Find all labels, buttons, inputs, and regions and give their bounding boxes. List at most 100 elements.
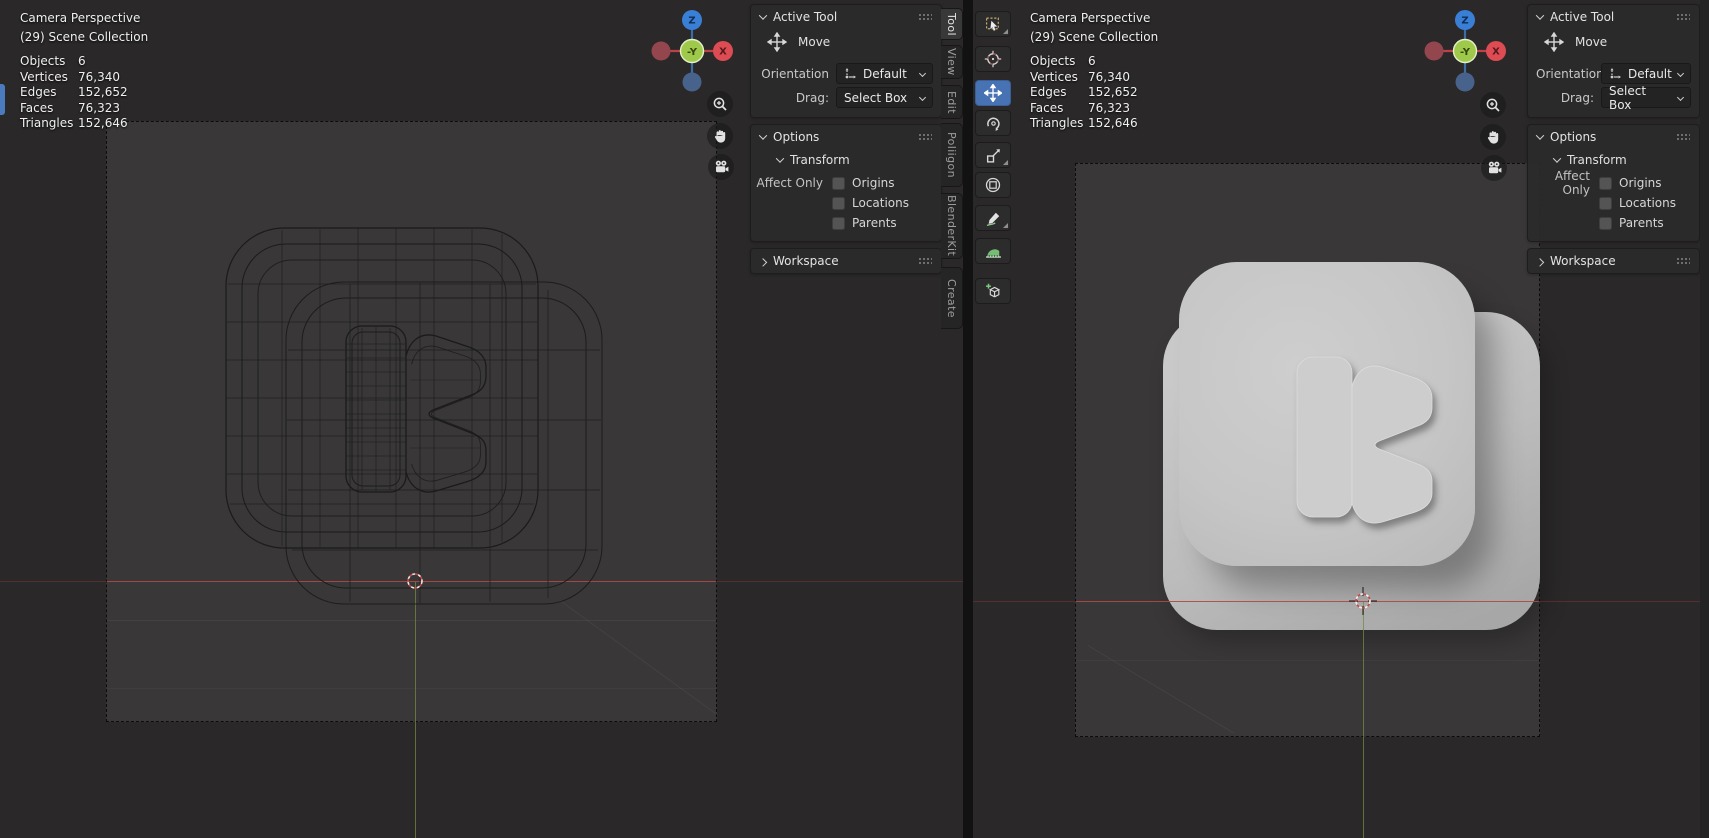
workspace-panel: Workspace <box>750 248 942 274</box>
svg-text:Z: Z <box>1461 16 1468 27</box>
toolbar-rotate[interactable] <box>975 110 1011 136</box>
subtools-indicator <box>1003 160 1008 165</box>
drag-dropdown[interactable]: Select Box <box>1601 84 1691 112</box>
magnifier-plus-icon <box>713 97 727 111</box>
drag-handle-icon[interactable] <box>918 257 932 265</box>
zoom-button[interactable] <box>1480 92 1506 118</box>
camera-view-button[interactable] <box>708 154 734 180</box>
orientation-label: Orientation <box>1536 66 1604 81</box>
collection-name: (29) Scene Collection <box>20 30 149 44</box>
options-header[interactable]: Options <box>1528 125 1699 149</box>
floor-gridline <box>107 688 716 689</box>
transform-subheader[interactable]: Transform <box>751 149 941 171</box>
origins-checkbox[interactable] <box>832 176 845 190</box>
toolbar-cursor[interactable] <box>975 46 1011 72</box>
gizmo-minus-x-handle[interactable] <box>1424 41 1444 61</box>
drag-handle-icon[interactable] <box>1676 13 1690 21</box>
svg-text:X: X <box>1492 47 1500 58</box>
active-tool-header[interactable]: Active Tool <box>1528 5 1699 29</box>
orientation-dropdown[interactable]: Default <box>1601 63 1691 84</box>
parents-checkbox[interactable] <box>1599 216 1612 230</box>
stats-table: Objects 6 Vertices 76,340 Edges 152,652 Fac… <box>20 54 128 131</box>
floor-gridline <box>1076 660 1539 661</box>
navigation-gizmo[interactable]: Z X -Y <box>1420 6 1510 96</box>
drag-handle-icon[interactable] <box>918 13 932 21</box>
movie-camera-icon <box>715 160 728 173</box>
x-axis-line-bright <box>1076 601 1539 602</box>
transform-subheader[interactable]: Transform <box>1528 149 1699 171</box>
tab-create[interactable]: Create <box>941 267 963 329</box>
view-name: Camera Perspective <box>1030 11 1151 25</box>
orientation-dropdown[interactable]: Default <box>836 63 933 84</box>
tab-view[interactable]: View <box>941 45 963 79</box>
tab-tool[interactable]: Tool <box>941 8 963 40</box>
stats-table: Objects 6 Vertices 76,340 Edges 152,652 Fac… <box>1030 54 1138 131</box>
tab-blenderkit[interactable]: BlenderKit <box>941 193 963 259</box>
active-tool-header[interactable]: Active Tool <box>751 5 941 29</box>
origins-checkbox[interactable] <box>1599 176 1612 190</box>
gizmo-minus-z-handle[interactable] <box>682 72 702 92</box>
viewport-window-solid[interactable]: Camera Perspective (29) Scene Collection… <box>973 0 1709 838</box>
toolbar-transform[interactable] <box>975 172 1011 198</box>
drag-value: Select Box <box>1609 83 1647 112</box>
pan-button[interactable] <box>707 123 733 149</box>
drag-handle-icon[interactable] <box>1676 257 1690 265</box>
current-tool-name: Move <box>1575 35 1608 49</box>
toolbar-measure[interactable] <box>975 238 1011 264</box>
collapsed-toolbar-active-edge[interactable] <box>0 84 5 115</box>
annotate-pencil-icon <box>986 212 999 226</box>
workspace-header[interactable]: Workspace <box>751 249 941 273</box>
tab-poliigon[interactable]: Poliigon <box>941 123 963 187</box>
chevron-down-icon <box>758 131 768 140</box>
tab-edit[interactable]: Edit <box>941 85 963 119</box>
parents-checkbox[interactable] <box>832 216 845 230</box>
chevron-right-icon <box>1535 258 1545 267</box>
k-logo-emboss[interactable] <box>1153 240 1453 540</box>
toolbar-move[interactable] <box>975 80 1011 106</box>
workspace-header[interactable]: Workspace <box>1528 249 1699 273</box>
sidebar-right: Active Tool Move Orientation Default Dra… <box>1527 4 1700 280</box>
origins-label: Origins <box>852 176 895 190</box>
toolbar-select-box[interactable] <box>975 11 1011 37</box>
affect-locations-row: Locations <box>1528 195 1691 211</box>
gizmo-minus-x-handle[interactable] <box>651 41 671 61</box>
affect-only-label: Affect Only <box>756 176 823 190</box>
chevron-down-icon <box>1535 11 1545 20</box>
cursor-tool-icon <box>984 50 1002 68</box>
locations-checkbox[interactable] <box>832 196 845 210</box>
wireframe-model[interactable] <box>200 200 620 620</box>
chevron-down-icon <box>1676 93 1685 102</box>
gizmo-minus-z-handle[interactable] <box>1455 72 1475 92</box>
drag-dropdown[interactable]: Select Box <box>836 87 933 108</box>
drag-label: Drag: <box>795 90 829 105</box>
affect-origins-row: Affect Only Origins <box>1528 169 1691 197</box>
active-tool-panel: Active Tool Move Orientation Default Dra… <box>1527 4 1700 118</box>
scale-tool-icon <box>986 148 1000 163</box>
toolbar-annotate[interactable] <box>975 205 1011 231</box>
sidebar-left: Active Tool Move Orientation Default Dra… <box>750 4 942 280</box>
toolbar-add-cube[interactable] <box>975 278 1011 304</box>
hand-icon <box>1487 131 1499 144</box>
orientation-value: Default <box>1628 66 1672 81</box>
window-separator[interactable] <box>963 0 973 838</box>
drag-handle-icon[interactable] <box>918 133 932 141</box>
pan-button[interactable] <box>1480 124 1506 150</box>
chevron-down-icon <box>1535 131 1545 140</box>
toolbar-scale[interactable] <box>975 142 1011 168</box>
blender-app: Camera Perspective (29) Scene Collection… <box>0 0 1709 838</box>
camera-view-button[interactable] <box>1481 155 1507 181</box>
chevron-right-icon <box>758 258 768 267</box>
magnifier-plus-icon <box>1486 98 1500 112</box>
chevron-down-icon <box>775 154 785 163</box>
navigation-gizmo[interactable]: Z X -Y <box>647 6 737 96</box>
parents-label: Parents <box>852 216 897 230</box>
locations-checkbox[interactable] <box>1599 196 1612 210</box>
affect-origins-row: Affect Only Origins <box>751 175 933 191</box>
zoom-button[interactable] <box>707 91 733 117</box>
transform-tool-icon <box>985 177 1001 193</box>
options-header[interactable]: Options <box>751 125 941 149</box>
drag-handle-icon[interactable] <box>1676 133 1690 141</box>
viewport-window-wireframe[interactable]: Camera Perspective (29) Scene Collection… <box>0 0 963 838</box>
measure-protractor-icon <box>985 248 1001 258</box>
affect-locations-row: Locations <box>751 195 933 211</box>
